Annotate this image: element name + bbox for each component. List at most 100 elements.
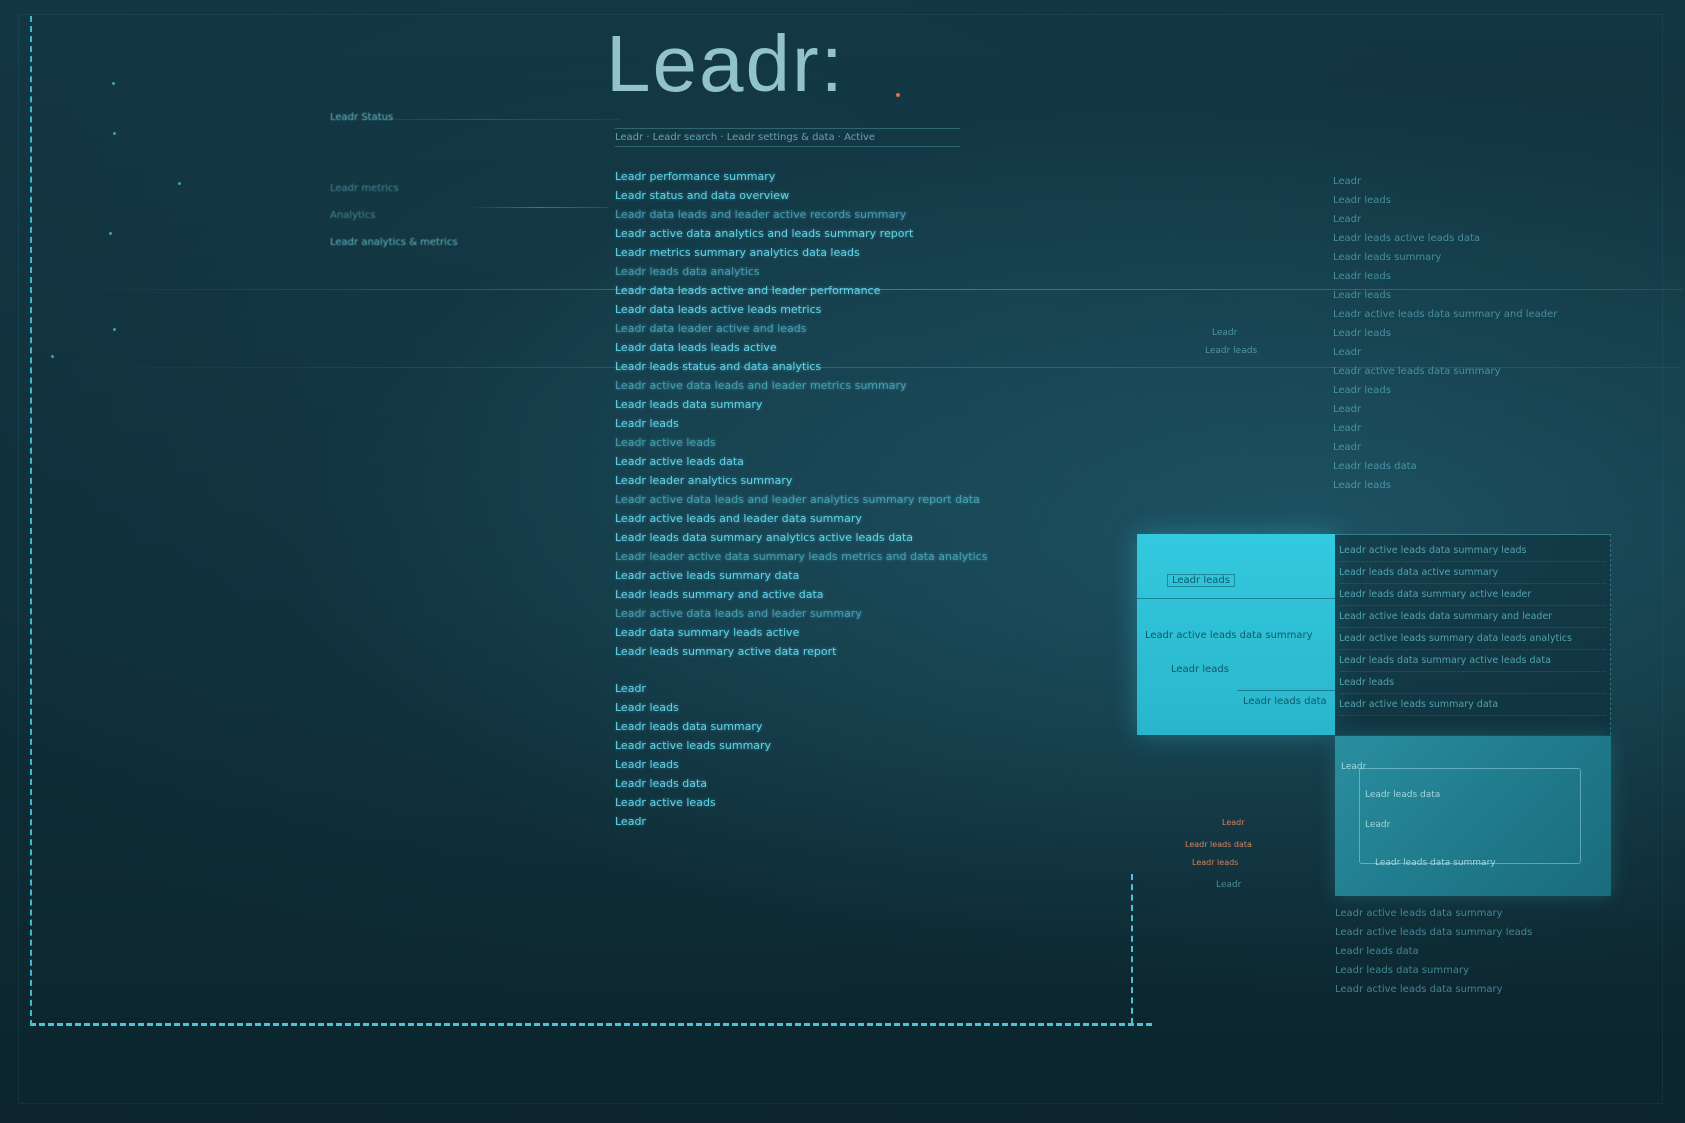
document-line: Leadr active data analytics and leads su… <box>615 227 914 240</box>
right-column-item: Leadr <box>1333 176 1362 187</box>
floating-label: Leadr leads <box>1205 346 1258 356</box>
document-footer-line: Leadr leads data summary <box>615 720 763 733</box>
summary-item: Leadr active leads data summary <box>1335 908 1503 919</box>
document-line: Leadr data leads active leads metrics <box>615 303 822 316</box>
document-line: Leadr active data leads and leader summa… <box>615 607 862 620</box>
right-column-item: Leadr leads <box>1333 195 1391 206</box>
right-column-item: Leadr leads <box>1333 290 1391 301</box>
document-lines: Leadr performance summary Leadr status an… <box>615 167 1035 661</box>
document-line: Leadr data leader active and leads <box>615 322 807 335</box>
document-line: Leadr active data leads and leader analy… <box>615 493 980 506</box>
panel-divider <box>1237 690 1335 691</box>
right-column-item: Leadr <box>1333 423 1362 434</box>
right-column-item: Leadr leads summary <box>1333 252 1442 263</box>
right-column-item: Leadr <box>1333 347 1362 358</box>
table-row[interactable]: Leadr active leads summary data <box>1339 699 1606 716</box>
app-screen: Leadr: Leadr Status Leadr metrics Analyt… <box>0 0 1685 1123</box>
right-column-item: Leadr leads active leads data <box>1333 233 1481 244</box>
panel-divider <box>1137 598 1335 599</box>
document-footer-line: Leadr leads <box>615 701 679 714</box>
right-column-item: Leadr leads <box>1333 271 1391 282</box>
table-row[interactable]: Leadr active leads data summary leads <box>1339 545 1606 562</box>
title-dot-icon <box>896 93 900 97</box>
document-line: Leadr data leads and leader active recor… <box>615 208 907 221</box>
warning-label: Leadr <box>1222 818 1245 827</box>
right-column-item: Leadr <box>1333 404 1362 415</box>
document-line: Leadr leads <box>615 417 679 430</box>
summary-item: Leadr active leads data summary <box>1335 984 1503 995</box>
sidebar-item[interactable]: Leadr Status <box>330 112 610 123</box>
highlight-panel-title: Leadr leads <box>1167 574 1235 587</box>
document-footer-line: Leadr active leads <box>615 796 716 809</box>
document-line: Leadr leads data summary <box>615 398 763 411</box>
warning-label: Leadr leads <box>1192 858 1239 867</box>
right-column-item: Leadr active leads data summary <box>1333 366 1501 377</box>
document-line: Leadr active data leads and leader metri… <box>615 379 907 392</box>
highlight-panel-line: Leadr leads data <box>1243 696 1327 707</box>
document-line: Leadr active leads and leader data summa… <box>615 512 862 525</box>
document-footer-line: Leadr active leads summary <box>615 739 772 752</box>
highlight-panel[interactable]: Leadr leads Leadr active leads data summ… <box>1137 534 1335 735</box>
document-line: Leadr status and data overview <box>615 189 790 202</box>
sidebar-item[interactable]: Analytics <box>330 210 610 221</box>
summary-item: Leadr leads data <box>1335 946 1419 957</box>
document-line: Leadr metrics summary analytics data lea… <box>615 246 860 259</box>
app-title: Leadr: <box>606 19 845 108</box>
document-line: Leadr leads data analytics <box>615 265 760 278</box>
highlight-panel-line: Leadr active leads data summary <box>1145 630 1313 641</box>
sparkle <box>112 82 115 85</box>
dashed-divider <box>1131 874 1133 1024</box>
sparkle <box>113 328 116 331</box>
document-line: Leadr leads status and data analytics <box>615 360 822 373</box>
right-column: Leadr Leadr leads Leadr Leadr leads active … <box>1333 172 1663 495</box>
sparkle <box>109 232 112 235</box>
document-footer-line: Leadr leads <box>615 758 679 771</box>
document-footer-line: Leadr leads data <box>615 777 707 790</box>
document-footer-line: Leadr <box>615 682 646 695</box>
warning-label: Leadr leads data <box>1185 840 1252 849</box>
table-row[interactable]: Leadr leads data active summary <box>1339 567 1606 584</box>
summary-item: Leadr leads data summary <box>1335 965 1469 976</box>
summary-list: Leadr active leads data summary Leadr act… <box>1335 904 1665 999</box>
sparkle <box>113 132 116 135</box>
floating-label: Leadr <box>1212 328 1238 338</box>
document-line: Leadr active leads summary data <box>615 569 800 582</box>
data-table-panel: Leadr active leads data summary leads Lea… <box>1335 534 1611 735</box>
document-panel: Leadr · Leadr search · Leadr settings & … <box>615 128 1035 831</box>
summary-item: Leadr active leads data summary leads <box>1335 927 1533 938</box>
table-row[interactable]: Leadr leads data summary active leads da… <box>1339 655 1606 672</box>
preview-frame <box>1359 768 1581 864</box>
document-line: Leadr leads summary and active data <box>615 588 824 601</box>
document-line: Leadr leads summary active data report <box>615 645 837 658</box>
preview-label: Leadr <box>1341 762 1367 772</box>
document-line: Leadr leads data summary analytics activ… <box>615 531 914 544</box>
document-line: Leadr leader active data summary leads m… <box>615 550 988 563</box>
preview-label: Leadr <box>1365 820 1391 830</box>
right-column-item: Leadr leads <box>1333 480 1391 491</box>
floating-label: Leadr <box>1216 880 1242 890</box>
table-row[interactable]: Leadr leads <box>1339 677 1606 694</box>
right-column-item: Leadr leads <box>1333 385 1391 396</box>
preview-panel[interactable]: Leadr Leadr leads data Leadr Leadr leads… <box>1335 736 1611 896</box>
highlight-panel-line: Leadr leads <box>1171 664 1229 675</box>
right-column-item: Leadr <box>1333 214 1362 225</box>
sparkle <box>178 182 181 185</box>
document-line: Leadr data summary leads active <box>615 626 800 639</box>
sidebar-item[interactable]: Leadr metrics <box>330 183 610 194</box>
document-footer: Leadr Leadr leads Leadr leads data summary… <box>615 679 1035 831</box>
document-line: Leadr performance summary <box>615 170 776 183</box>
document-line: Leadr data leads leads active <box>615 341 777 354</box>
preview-label: Leadr leads data <box>1365 790 1441 800</box>
right-column-item: Leadr active leads data summary and lead… <box>1333 309 1558 320</box>
sidebar: Leadr Status Leadr metrics Analytics Lea… <box>330 112 610 264</box>
table-row[interactable]: Leadr active leads summary data leads an… <box>1339 633 1606 650</box>
sidebar-item[interactable]: Leadr analytics & metrics <box>330 237 610 248</box>
document-line: Leadr data leads active and leader perfo… <box>615 284 881 297</box>
sparkle <box>51 355 54 358</box>
document-header: Leadr · Leadr search · Leadr settings & … <box>615 128 960 147</box>
table-row[interactable]: Leadr leads data summary active leader <box>1339 589 1606 606</box>
right-column-item: Leadr leads <box>1333 328 1391 339</box>
document-line: Leadr active leads data <box>615 455 744 468</box>
table-row[interactable]: Leadr active leads data summary and lead… <box>1339 611 1606 628</box>
document-footer-line: Leadr <box>615 815 646 828</box>
